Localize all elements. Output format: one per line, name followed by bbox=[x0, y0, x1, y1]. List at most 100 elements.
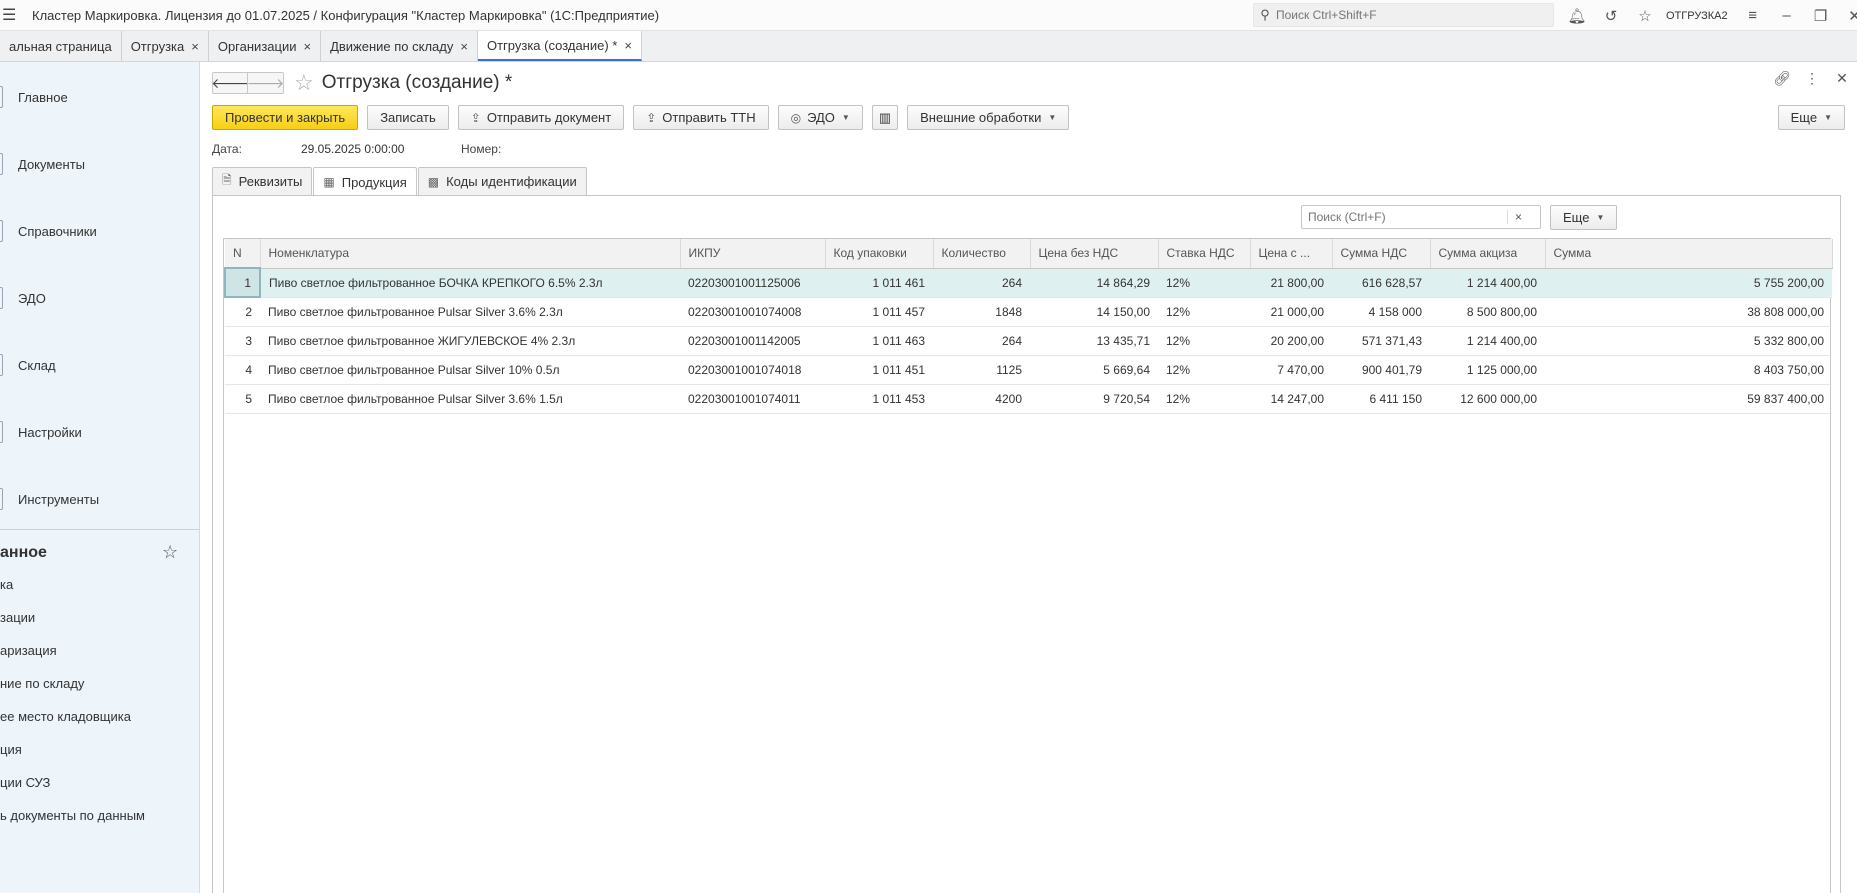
table-search[interactable]: × bbox=[1301, 205, 1541, 229]
table-row[interactable]: 4 Пиво светлое фильтрованное Pulsar Silv… bbox=[225, 355, 1832, 385]
close-icon[interactable]: × bbox=[191, 39, 199, 54]
table-row[interactable]: 1 Пиво светлое фильтрованное БОЧКА КРЕПК… bbox=[224, 267, 1832, 298]
cell-ikpu[interactable]: 02203001001074011 bbox=[680, 384, 825, 414]
bell-icon[interactable]: 🔔︎ bbox=[1560, 7, 1594, 25]
cell-price-with-vat[interactable]: 14 247,00 bbox=[1250, 384, 1332, 414]
column-header[interactable]: Сумма НДС bbox=[1332, 239, 1431, 269]
table-row[interactable]: 2 Пиво светлое фильтрованное Pulsar Silv… bbox=[225, 297, 1832, 327]
link-icon[interactable]: 🔗︎ bbox=[1767, 70, 1797, 87]
restore-icon[interactable]: ❐ bbox=[1804, 7, 1838, 25]
save-button[interactable]: Записать bbox=[367, 105, 449, 130]
star-icon[interactable]: ☆ bbox=[294, 70, 314, 96]
cell-excise-sum[interactable]: 8 500 800,00 bbox=[1430, 297, 1545, 327]
cell-excise-sum[interactable]: 1 125 000,00 bbox=[1430, 355, 1545, 385]
cell-nomenclature[interactable]: Пиво светлое фильтрованное ЖИГУЛЕВСКОЕ 4… bbox=[260, 326, 680, 356]
tab-identification-codes[interactable]: ▩ Коды идентификации bbox=[417, 167, 587, 195]
tab-requisites[interactable]: 🗎︎ Реквизиты bbox=[212, 167, 313, 195]
cell-package-code[interactable]: 1 011 461 bbox=[825, 268, 933, 298]
forward-button[interactable]: 🡒 bbox=[247, 72, 284, 94]
favorite-item[interactable]: ее место кладовщика bbox=[0, 709, 131, 724]
row-number[interactable]: 3 bbox=[225, 326, 260, 356]
cell-vat-rate[interactable]: 12% bbox=[1158, 268, 1250, 298]
more-button[interactable]: Еще ▼ bbox=[1777, 105, 1845, 130]
cell-ikpu[interactable]: 02203001001074008 bbox=[680, 297, 825, 327]
cell-nomenclature[interactable]: Пиво светлое фильтрованное Pulsar Silver… bbox=[260, 355, 680, 385]
cell-vat-rate[interactable]: 12% bbox=[1158, 326, 1250, 356]
tab-warehouse-movement[interactable]: Движение по складу × bbox=[321, 31, 478, 61]
sidebar-item-edo[interactable]: ЭДО bbox=[0, 278, 199, 318]
row-number[interactable]: 4 bbox=[225, 355, 260, 385]
cell-excise-sum[interactable]: 12 600 000,00 bbox=[1430, 384, 1545, 414]
cell-nomenclature[interactable]: Пиво светлое фильтрованное БОЧКА КРЕПКОГ… bbox=[260, 268, 680, 298]
favorite-item[interactable]: ция bbox=[0, 742, 22, 757]
history-icon[interactable]: ↺ bbox=[1594, 7, 1628, 25]
cell-excise-sum[interactable]: 1 214 400,00 bbox=[1430, 326, 1545, 356]
global-search-input[interactable] bbox=[1276, 8, 1546, 22]
tab-shipment[interactable]: Отгрузка × bbox=[122, 31, 209, 61]
cell-package-code[interactable]: 1 011 463 bbox=[825, 326, 933, 356]
favorite-item[interactable]: аризация bbox=[0, 643, 57, 658]
hamburger-icon[interactable]: ☰ bbox=[2, 0, 16, 31]
cell-ikpu[interactable]: 02203001001074018 bbox=[680, 355, 825, 385]
cell-vat-sum[interactable]: 6 411 150 bbox=[1332, 384, 1430, 414]
cell-price-no-vat[interactable]: 13 435,71 bbox=[1030, 326, 1158, 356]
star-icon[interactable]: ☆ bbox=[162, 542, 178, 563]
close-window-icon[interactable]: ✕ bbox=[1838, 7, 1857, 25]
cell-vat-sum[interactable]: 4 158 000 bbox=[1332, 297, 1430, 327]
cell-sum[interactable]: 8 403 750,00 bbox=[1545, 355, 1832, 385]
settings-menu-icon[interactable]: ≡ bbox=[1736, 7, 1770, 24]
row-number[interactable]: 5 bbox=[225, 384, 260, 414]
close-icon[interactable]: × bbox=[624, 38, 632, 53]
cell-price-no-vat[interactable]: 14 150,00 bbox=[1030, 297, 1158, 327]
close-icon[interactable]: × bbox=[460, 39, 468, 54]
cell-vat-rate[interactable]: 12% bbox=[1158, 355, 1250, 385]
row-number[interactable]: 2 bbox=[225, 297, 260, 327]
cell-sum[interactable]: 59 837 400,00 bbox=[1545, 384, 1832, 414]
cell-vat-sum[interactable]: 571 371,43 bbox=[1332, 326, 1430, 356]
cell-package-code[interactable]: 1 011 453 bbox=[825, 384, 933, 414]
cell-price-with-vat[interactable]: 20 200,00 bbox=[1250, 326, 1332, 356]
external-processing-button[interactable]: Внешние обработки ▼ bbox=[907, 105, 1070, 130]
cell-price-with-vat[interactable]: 7 470,00 bbox=[1250, 355, 1332, 385]
global-search[interactable]: ⚲ bbox=[1253, 3, 1554, 27]
table-row[interactable]: 3 Пиво светлое фильтрованное ЖИГУЛЕВСКОЕ… bbox=[225, 326, 1832, 356]
more-vertical-icon[interactable]: ⋮ bbox=[1797, 70, 1827, 87]
date-field[interactable]: 29.05.2025 0:00:00 bbox=[301, 142, 461, 156]
cell-price-no-vat[interactable]: 5 669,64 bbox=[1030, 355, 1158, 385]
number-field[interactable] bbox=[550, 142, 710, 156]
cell-package-code[interactable]: 1 011 451 bbox=[825, 355, 933, 385]
column-header[interactable]: Цена с ... bbox=[1250, 239, 1333, 269]
cell-price-with-vat[interactable]: 21 800,00 bbox=[1250, 268, 1332, 298]
send-ttn-button[interactable]: ⇪ Отправить ТТН bbox=[633, 105, 769, 130]
column-header[interactable]: N bbox=[225, 239, 261, 269]
close-icon[interactable]: × bbox=[303, 39, 311, 54]
table-row[interactable]: 5 Пиво светлое фильтрованное Pulsar Silv… bbox=[225, 384, 1832, 414]
sidebar-item-catalogs[interactable]: Справочники bbox=[0, 211, 199, 251]
cell-nomenclature[interactable]: Пиво светлое фильтрованное Pulsar Silver… bbox=[260, 384, 680, 414]
clear-search-button[interactable]: × bbox=[1507, 210, 1529, 224]
favorite-item[interactable]: ь документы по данным bbox=[0, 808, 145, 823]
table-more-button[interactable]: Еще ▼ bbox=[1550, 205, 1618, 230]
cell-nomenclature[interactable]: Пиво светлое фильтрованное Pulsar Silver… bbox=[260, 297, 680, 327]
sidebar-item-settings[interactable]: Настройки bbox=[0, 412, 199, 452]
minimize-icon[interactable]: – bbox=[1770, 7, 1804, 24]
column-header[interactable]: Цена без НДС bbox=[1030, 239, 1159, 269]
cell-quantity[interactable]: 1848 bbox=[933, 297, 1030, 327]
tab-shipment-new[interactable]: Отгрузка (создание) * × bbox=[477, 31, 642, 61]
favorite-item[interactable]: ка bbox=[0, 577, 13, 592]
column-header[interactable]: Сумма акциза bbox=[1430, 239, 1546, 269]
send-document-button[interactable]: ⇪ Отправить документ bbox=[457, 105, 625, 130]
column-header[interactable]: Код упаковки bbox=[825, 239, 934, 269]
cell-quantity[interactable]: 264 bbox=[933, 268, 1030, 298]
tab-home[interactable]: альная страница bbox=[0, 31, 122, 61]
cell-vat-sum[interactable]: 616 628,57 bbox=[1332, 268, 1430, 298]
column-header[interactable]: ИКПУ bbox=[680, 239, 826, 269]
favorite-item[interactable]: зации bbox=[0, 610, 35, 625]
cell-sum[interactable]: 5 755 200,00 bbox=[1545, 268, 1832, 298]
cell-sum[interactable]: 38 808 000,00 bbox=[1545, 297, 1832, 327]
edo-dropdown-button[interactable]: ◎ ЭДО ▼ bbox=[777, 105, 863, 130]
scanner-button[interactable]: ▥ bbox=[871, 105, 899, 130]
cell-package-code[interactable]: 1 011 457 bbox=[825, 297, 933, 327]
favorite-item[interactable]: ции СУЗ bbox=[0, 775, 50, 790]
favorite-item[interactable]: ние по складу bbox=[0, 676, 84, 691]
